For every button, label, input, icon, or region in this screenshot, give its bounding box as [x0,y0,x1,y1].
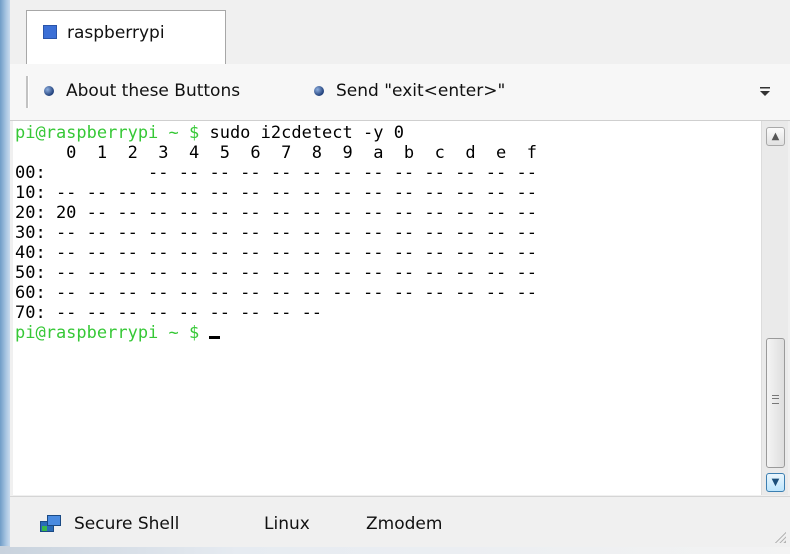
command-text: sudo i2cdetect -y 0 [199,123,404,143]
output-line: 0 1 2 3 4 5 6 7 8 9 a b c d e f [15,143,537,163]
shell-prompt: pi@raspberrypi ~ $ [15,123,200,143]
session-icon [43,25,57,39]
scroll-up-button[interactable]: ▲ [766,127,785,146]
tab-label: raspberrypi [67,23,165,43]
tab-raspberrypi[interactable]: raspberrypi [26,10,226,64]
output-line: 10: -- -- -- -- -- -- -- -- -- -- -- -- … [15,183,537,203]
chevron-overflow-icon[interactable] [758,84,772,98]
grip-icon [772,395,779,404]
shell-prompt: pi@raspberrypi ~ $ [15,323,200,343]
text-cursor [209,336,221,339]
resize-grip-icon[interactable] [772,529,786,543]
output-line: 20: 20 -- -- -- -- -- -- -- -- -- -- -- … [15,203,537,223]
output-line: 30: -- -- -- -- -- -- -- -- -- -- -- -- … [15,223,537,243]
secure-shell-icon [40,515,62,533]
tab-bar: raspberrypi [10,0,790,65]
output-line: 60: -- -- -- -- -- -- -- -- -- -- -- -- … [15,283,537,303]
status-terminal-type: Linux [264,514,310,534]
scroll-down-button[interactable]: ▼ [766,473,785,492]
terminal-output[interactable]: pi@raspberrypi ~ $ sudo i2cdetect -y 0 0… [13,121,761,495]
bullet-icon [314,86,324,96]
status-terminal-type-label: Linux [264,514,310,534]
output-line: 40: -- -- -- -- -- -- -- -- -- -- -- -- … [15,243,537,263]
vertical-scrollbar[interactable]: ▲ ▼ [761,121,788,495]
send-exit-button[interactable]: Send "exit<enter>" [314,81,505,101]
send-exit-label: Send "exit<enter>" [336,81,506,101]
status-transfer-protocol-label: Zmodem [366,514,443,534]
output-line: 50: -- -- -- -- -- -- -- -- -- -- -- -- … [15,263,537,283]
window-frame-left [0,0,10,554]
about-buttons-button[interactable]: About these Buttons [44,81,240,101]
button-bar: About these Buttons Send "exit<enter>" [10,64,790,121]
status-secure-shell: Secure Shell [40,514,179,534]
output-line: 70: -- -- -- -- -- -- -- -- -- [15,303,323,323]
about-buttons-label: About these Buttons [66,81,241,101]
bullet-icon [44,86,54,96]
toolbar-separator [26,76,29,108]
status-bar: Secure Shell Linux Zmodem [10,496,790,547]
status-transfer-protocol: Zmodem [366,514,442,534]
window-frame-bottom [0,546,790,554]
output-line: 00: -- -- -- -- -- -- -- -- -- -- -- -- … [15,163,537,183]
scroll-thumb[interactable] [766,338,785,468]
status-secure-shell-label: Secure Shell [74,514,180,534]
terminal-window: raspberrypi About these Buttons Send "ex… [10,0,790,547]
